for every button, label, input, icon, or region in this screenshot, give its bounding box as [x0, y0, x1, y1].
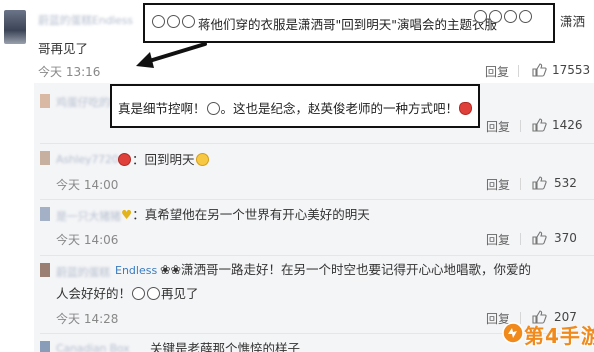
callout-text-part1: 真是细节控啊！ — [118, 101, 206, 116]
callout-text-part2: 。这也是纪念，赵英俊老师的一种方式吧！ — [220, 101, 459, 116]
reply-author-suffix[interactable]: Endless — [115, 264, 157, 277]
like-count: 1426 — [552, 118, 583, 132]
divider — [40, 255, 594, 256]
heart-emoji-icon — [459, 102, 473, 115]
emoji-icon — [147, 287, 161, 300]
separator — [520, 178, 521, 190]
flower-icon: ❀ — [160, 262, 171, 277]
separator — [520, 120, 521, 132]
reply-time: 今天 14:00 — [56, 178, 119, 192]
emoji-icon — [132, 287, 146, 300]
like-icon[interactable] — [531, 117, 547, 133]
like-count: 370 — [554, 231, 577, 245]
like-icon[interactable] — [531, 175, 547, 191]
reply-text-line2: 人会好好的！ 再见了 — [56, 286, 199, 301]
avatar[interactable] — [40, 263, 50, 277]
avatar[interactable] — [40, 341, 50, 352]
avatar[interactable] — [40, 151, 50, 165]
divider — [40, 143, 594, 144]
reply-author[interactable]: 蔚蓝的蛋糕 — [56, 264, 110, 280]
watermark: 第4手游 — [502, 317, 594, 349]
heart-icon: ♥ — [121, 207, 133, 222]
reply-text: ：回到明天 — [117, 152, 210, 168]
reply-time: 今天 14:28 — [56, 312, 119, 326]
reply-button[interactable]: 回复 — [486, 118, 510, 135]
reply-author[interactable]: Canadian Box — [56, 342, 130, 352]
callout-text: 真是细节控啊！ 。这也是纪念，赵英俊老师的一种方式吧！ — [118, 98, 473, 117]
avatar[interactable] — [40, 94, 50, 108]
reply-author[interactable]: Ashley7720 — [56, 153, 119, 166]
reply-text: ♥：真希望他在另一个世界有开心美好的明天 — [121, 207, 370, 222]
reply-button[interactable]: 回复 — [486, 176, 510, 193]
emoji-icon — [118, 153, 131, 166]
flower-icon: ❀ — [170, 262, 181, 277]
avatar[interactable] — [40, 207, 50, 221]
reply-text-line1: ❀❀潇洒哥一路走好！在另一个时空也要记得开心心地唱歌，你爱的 — [160, 262, 531, 277]
like-icon[interactable] — [531, 230, 547, 246]
watermark-logo-icon — [502, 322, 524, 344]
reply-button[interactable]: 回复 — [486, 231, 510, 248]
like-count: 532 — [554, 176, 577, 190]
emoji-icon — [206, 102, 220, 115]
reply-text: 关键是老薛那个憔悴的样子 — [150, 341, 301, 352]
divider — [40, 199, 594, 200]
watermark-text: 第4手游 — [524, 324, 594, 348]
reply-time: 今天 14:06 — [56, 233, 119, 247]
reply-author[interactable]: 是一只大猪猪 — [56, 208, 121, 224]
separator — [520, 233, 521, 245]
emoji-icon — [195, 153, 209, 166]
